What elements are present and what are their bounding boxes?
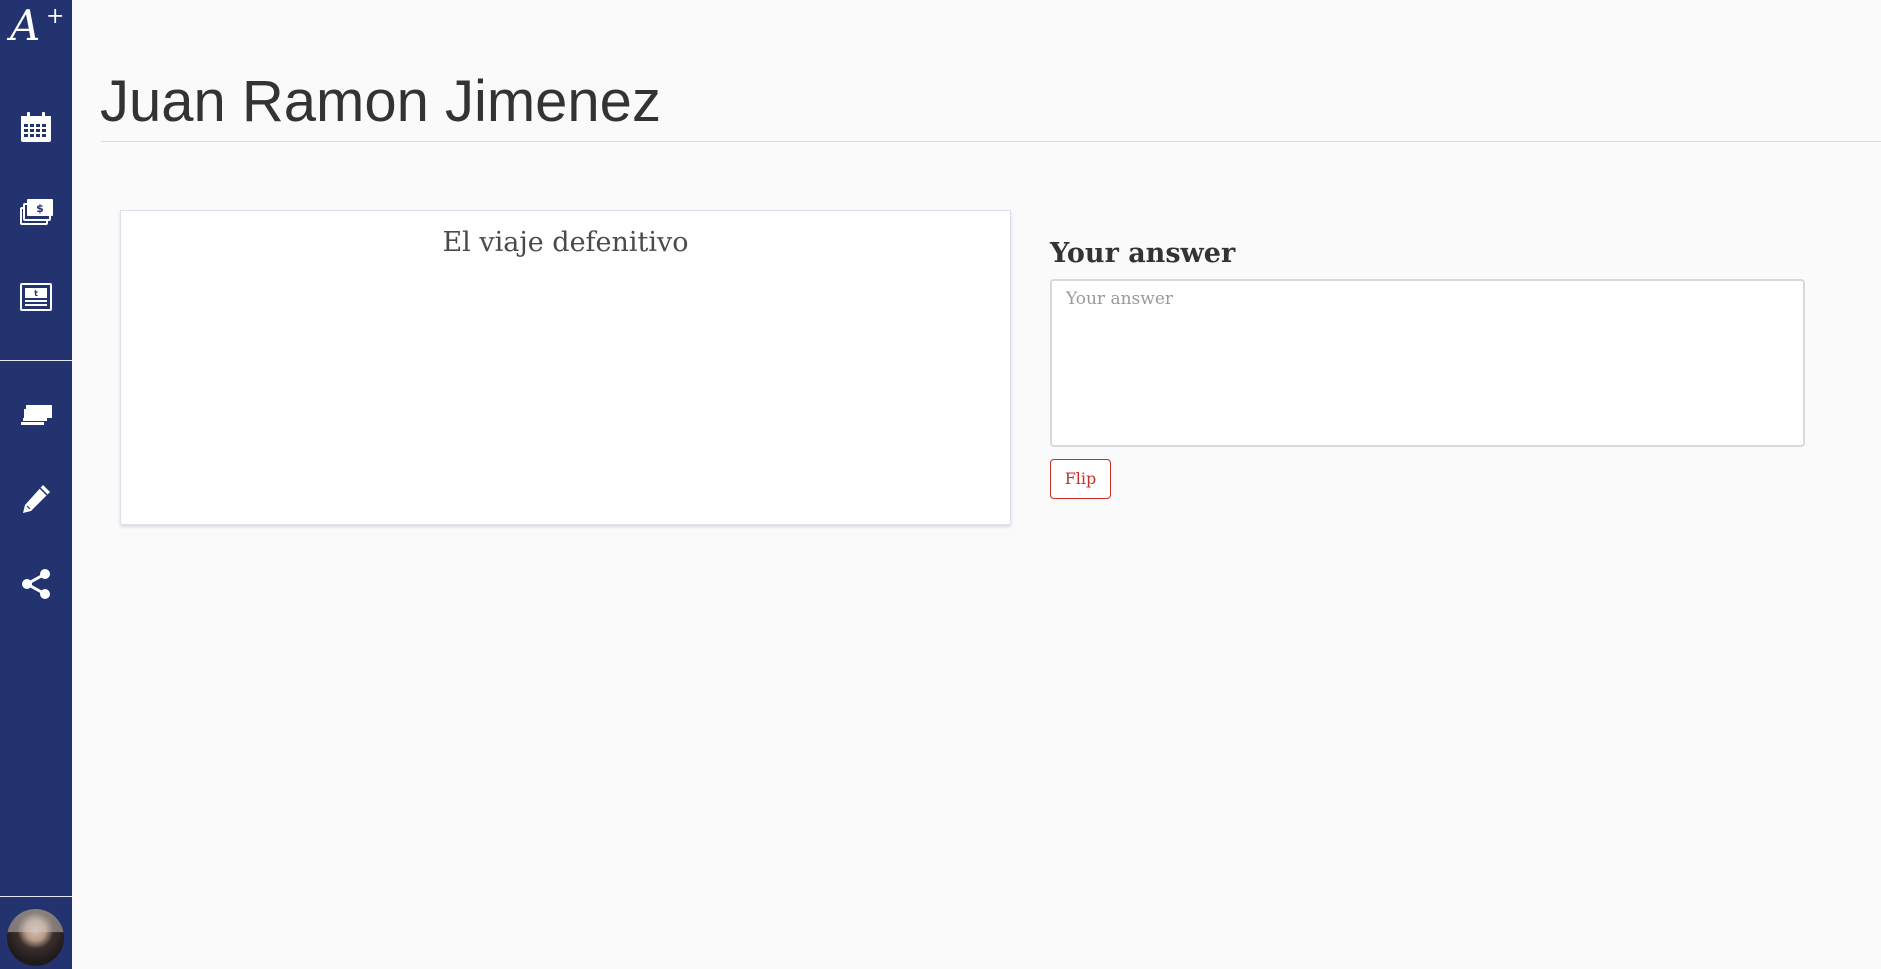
user-avatar[interactable] — [7, 909, 64, 966]
answer-input[interactable] — [1050, 279, 1805, 447]
app-logo[interactable]: A + — [10, 4, 66, 48]
sidebar-divider-bottom — [0, 896, 72, 897]
svg-text:t: t — [34, 289, 38, 298]
sidebar-divider — [0, 360, 72, 361]
svg-text:$: $ — [36, 202, 44, 215]
sidebar-item-flashcards[interactable] — [18, 396, 54, 432]
logo-letter: A — [10, 1, 41, 50]
sidebar-item-tuition[interactable]: t — [18, 279, 54, 315]
page-title: Juan Ramon Jimenez — [100, 69, 661, 134]
calendar-icon — [21, 112, 51, 142]
sidebar-item-calendar[interactable] — [18, 109, 54, 145]
sidebar-item-payments[interactable]: $ — [18, 194, 54, 230]
money-stack-icon: $ — [20, 199, 53, 225]
monitor-card-icon: t — [20, 283, 52, 311]
cards-stack-icon — [21, 405, 52, 425]
logo-plus: + — [46, 4, 65, 29]
title-divider — [101, 141, 1881, 142]
sidebar-item-edit[interactable] — [18, 481, 54, 517]
flashcard[interactable]: El viaje defenitivo — [120, 210, 1011, 525]
avatar-photo — [7, 909, 64, 966]
flashcard-front-text: El viaje defenitivo — [442, 227, 689, 258]
answer-heading: Your answer — [1050, 238, 1236, 269]
share-icon — [22, 569, 50, 599]
pencil-icon — [23, 485, 50, 513]
flip-button[interactable]: Flip — [1050, 459, 1111, 499]
sidebar: A + $ t — [0, 0, 72, 969]
sidebar-item-share[interactable] — [18, 566, 54, 602]
